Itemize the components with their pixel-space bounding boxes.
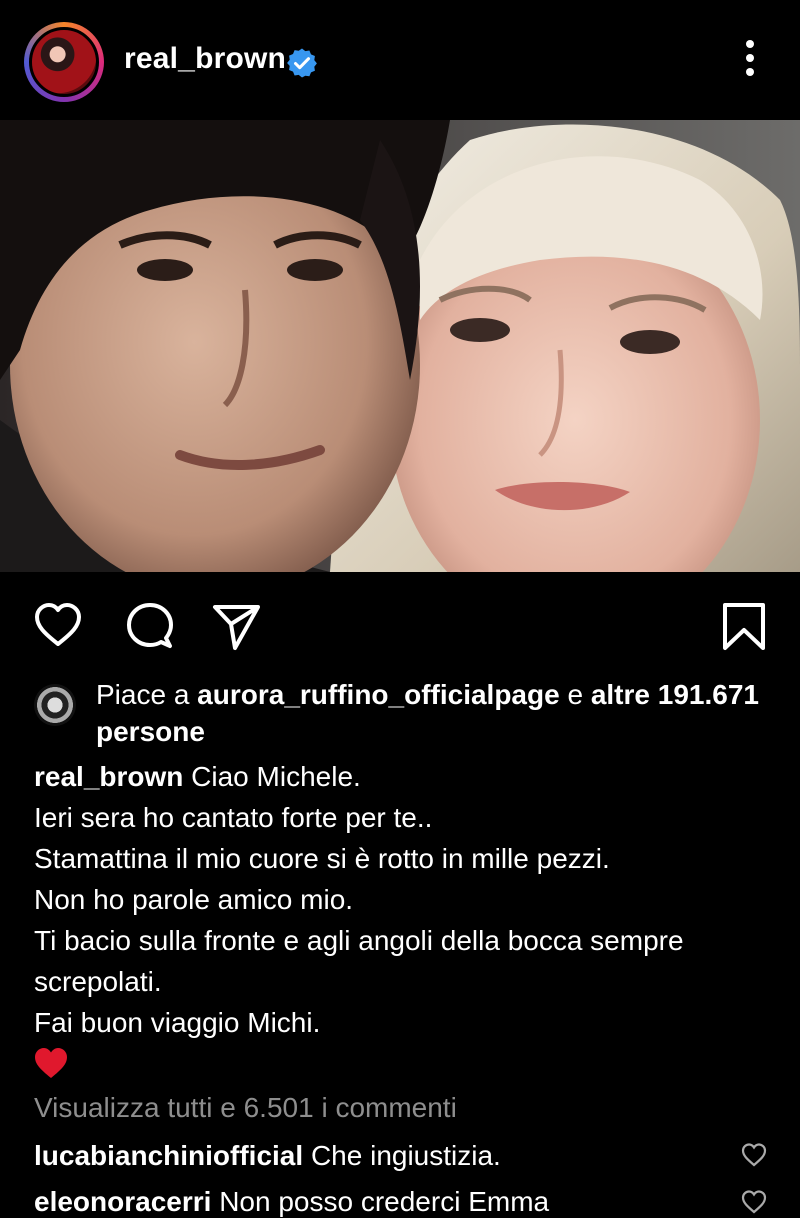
more-vertical-icon — [746, 54, 754, 62]
caption-line: Fai buon viaggio Michi. — [34, 1007, 321, 1038]
post-username[interactable]: real_brown — [124, 42, 286, 76]
likes-middle: e — [559, 679, 591, 710]
comment-button[interactable] — [124, 600, 176, 652]
heart-outline-icon — [741, 1190, 767, 1214]
view-all-comments-link[interactable]: Visualizza tutti e 6.501 i commenti — [34, 1092, 457, 1124]
comment-row: eleonoracerri Non posso crederci Emma — [34, 1186, 734, 1218]
liker-username[interactable]: aurora_ruffino_officialpage — [197, 679, 560, 710]
comment-username[interactable]: lucabianchiniofficial — [34, 1140, 303, 1171]
caption-line: Non ho parole amico mio. — [34, 884, 354, 915]
save-button[interactable] — [718, 600, 770, 652]
comment-text: Che ingiustizia. — [303, 1140, 501, 1171]
comment-row: lucabianchiniofficial Che ingiustizia. — [34, 1140, 734, 1172]
caption-line: Stamattina il mio cuore si è rotto in mi… — [34, 843, 610, 874]
more-options-button[interactable] — [736, 40, 764, 84]
heart-outline-icon — [35, 603, 81, 646]
post-photo-illustration — [0, 120, 800, 572]
more-vertical-icon — [746, 68, 754, 76]
liker-avatar[interactable] — [34, 684, 76, 726]
comment-text: Non posso crederci Emma — [211, 1186, 550, 1217]
avatar-image — [29, 27, 99, 97]
caption-line: Ti bacio sulla fronte e agli angoli dell… — [34, 925, 684, 997]
likes-prefix: Piace a — [96, 679, 198, 710]
likes-summary: Piace a aurora_ruffino_officialpage e al… — [0, 676, 800, 747]
comment-bubble-icon — [127, 603, 173, 648]
like-button[interactable] — [32, 600, 84, 652]
share-button[interactable] — [210, 600, 262, 652]
likes-text[interactable]: Piace a aurora_ruffino_officialpage e al… — [96, 676, 776, 750]
verified-badge-icon — [287, 48, 317, 78]
post-actions — [0, 590, 800, 660]
caption-text: Ciao Michele. — [183, 761, 361, 792]
caption-line: Ieri sera ho cantato forte per te.. — [34, 802, 433, 833]
post-header: real_brown — [0, 0, 800, 120]
bookmark-icon — [723, 603, 765, 650]
post-caption: real_brown Ciao Michele. Ieri sera ho ca… — [34, 756, 774, 1081]
comment-like-button[interactable] — [740, 1141, 768, 1169]
paper-plane-icon — [213, 605, 260, 650]
comment-like-button[interactable] — [740, 1188, 768, 1216]
heart-outline-icon — [741, 1143, 767, 1167]
post-photo[interactable] — [0, 120, 800, 572]
comment-username[interactable]: eleonoracerri — [34, 1186, 211, 1217]
profile-avatar[interactable] — [24, 22, 104, 102]
caption-first-line: real_brown Ciao Michele. — [34, 756, 774, 797]
more-vertical-icon — [746, 40, 754, 48]
red-heart-emoji — [35, 1048, 67, 1078]
caption-username[interactable]: real_brown — [34, 761, 183, 792]
